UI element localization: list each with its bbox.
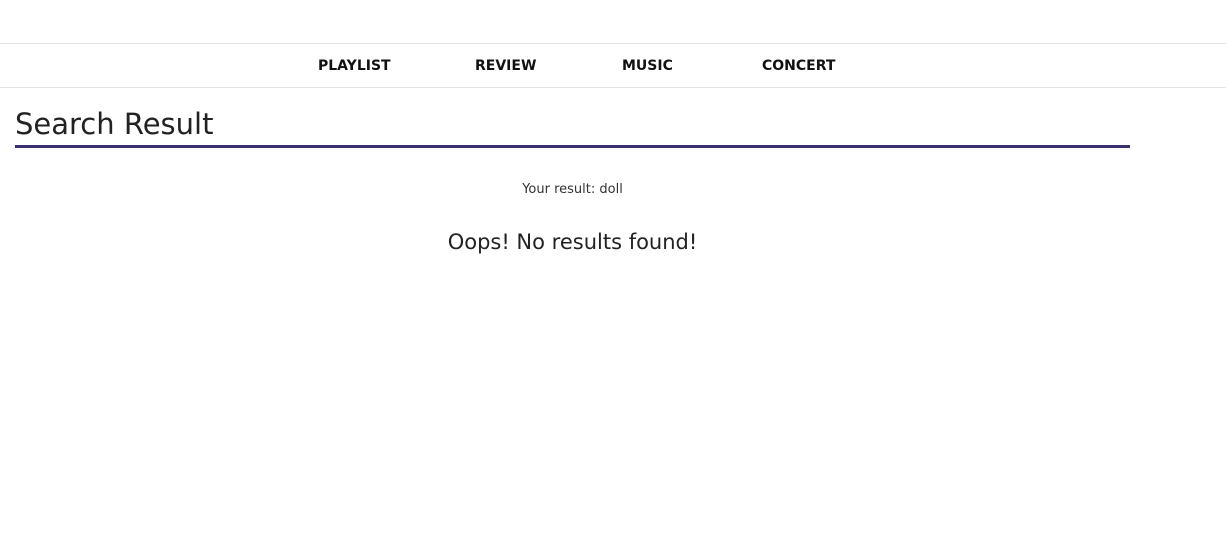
nav-music[interactable]: MUSIC	[622, 44, 673, 88]
top-header	[0, 0, 1226, 44]
no-results-message: Oops! No results found!	[447, 230, 698, 254]
page-title: Search Result	[15, 107, 214, 141]
main-nav: PLAYLIST REVIEW MUSIC CONCERT	[0, 44, 1226, 88]
title-section: Search Result	[15, 105, 1130, 148]
nav-concert[interactable]: CONCERT	[762, 44, 835, 88]
search-result-line: Your result: doll	[0, 181, 1145, 199]
nav-playlist[interactable]: PLAYLIST	[318, 44, 391, 88]
result-prefix: Your result:	[522, 182, 600, 197]
search-query: doll	[599, 182, 623, 197]
nav-review[interactable]: REVIEW	[475, 44, 536, 88]
